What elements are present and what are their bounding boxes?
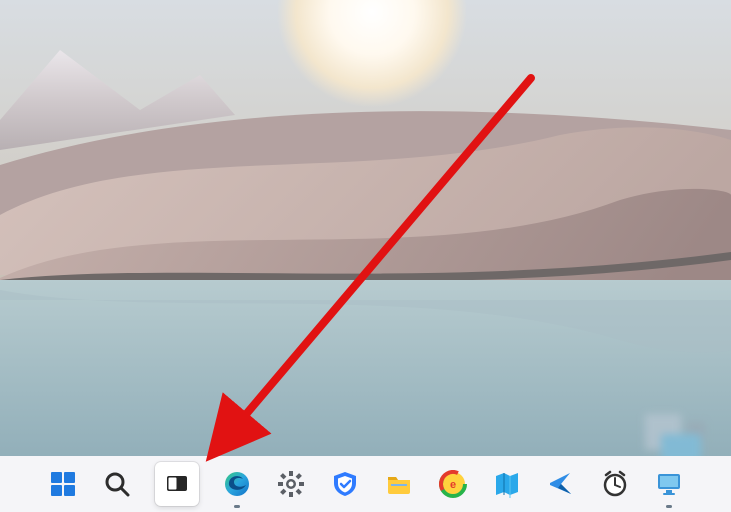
maps-button[interactable]: [491, 468, 523, 500]
monitor-button[interactable]: [653, 468, 685, 500]
running-indicator: [666, 505, 672, 508]
edge-icon: [223, 470, 251, 498]
task-view-button[interactable]: [155, 462, 199, 506]
desktop-wallpaper: [0, 0, 731, 512]
security-button[interactable]: [329, 468, 361, 500]
windows-start-icon: [49, 470, 77, 498]
task-view-icon: [165, 472, 189, 496]
settings-button[interactable]: [275, 468, 307, 500]
maps-icon: [493, 470, 521, 498]
gear-icon: [277, 470, 305, 498]
browser360-button[interactable]: e: [437, 468, 469, 500]
clock-button[interactable]: [599, 468, 631, 500]
folder-icon: [385, 470, 413, 498]
search-button[interactable]: [101, 468, 133, 500]
taskbar: e: [0, 456, 731, 512]
clock-icon: [601, 470, 629, 498]
browser360-icon: e: [439, 470, 467, 498]
monitor-icon: [655, 470, 683, 498]
running-indicator: [234, 505, 240, 508]
svg-text:e: e: [449, 479, 455, 491]
start-button[interactable]: [47, 468, 79, 500]
edge-button[interactable]: [221, 468, 253, 500]
shield-icon: [331, 470, 359, 498]
feishu-icon: [547, 470, 575, 498]
file-explorer-button[interactable]: [383, 468, 415, 500]
feishu-button[interactable]: [545, 468, 577, 500]
search-icon: [103, 470, 131, 498]
